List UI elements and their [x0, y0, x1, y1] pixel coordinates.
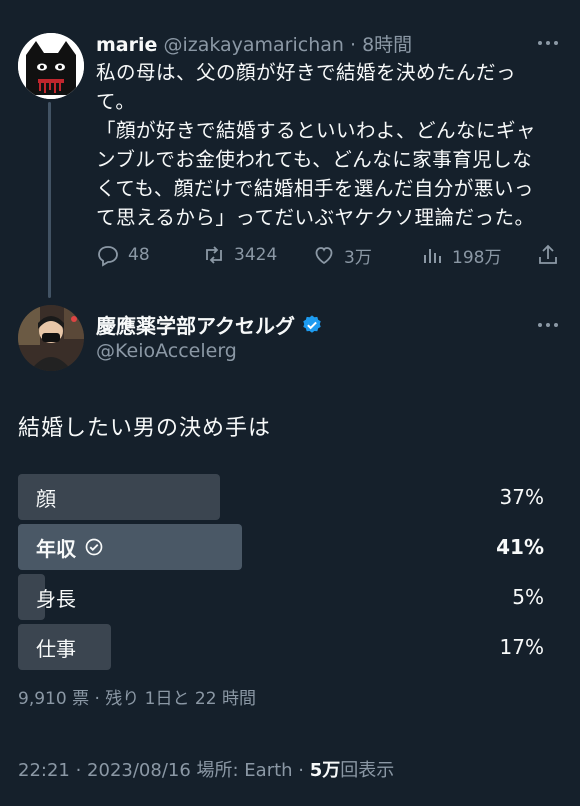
avatar-marie[interactable]	[18, 33, 84, 99]
retweet-button[interactable]: 3424	[202, 240, 277, 270]
poll-option-label: 年収	[36, 524, 104, 570]
reply-icon	[98, 246, 118, 267]
poll-option-label: 身長	[36, 586, 76, 611]
views-button[interactable]: 198万	[420, 240, 501, 270]
more-icon[interactable]	[538, 320, 562, 330]
views-icon	[424, 249, 441, 263]
views-count: 198万	[452, 247, 502, 268]
share-button[interactable]	[536, 240, 560, 270]
like-icon	[315, 247, 333, 265]
poll-option-percent: 37%	[499, 485, 544, 509]
timestamp-text: 22:21 · 2023/08/16 場所: Earth ·	[18, 760, 310, 781]
poll-option-3[interactable]: 仕事 17%	[18, 624, 546, 670]
poll-option-2[interactable]: 身長 5%	[18, 574, 546, 620]
parent-tweet-text: 私の母は、父の顔が好きで結婚を決めたんだっ て。 「顔が好きで結婚するといいわよ…	[96, 61, 537, 229]
parent-header: marie @izakayamarichan · 8時間	[96, 30, 412, 58]
poll-option-label: 仕事	[36, 636, 76, 661]
poll-meta: 9,910 票 · 残り 1日と 22 時間	[18, 689, 256, 709]
reply-button[interactable]: 48	[96, 240, 150, 270]
share-icon	[539, 244, 557, 264]
tweet-timestamp[interactable]: 22:21 · 2023/08/16 場所: Earth · 5万回表示	[18, 756, 394, 782]
check-circle-icon	[85, 538, 103, 556]
parent-actions: 48 3424 3万 198万	[96, 240, 566, 270]
retweet-icon	[206, 246, 222, 264]
main-author-name[interactable]: 慶應薬学部アクセルグ	[96, 310, 295, 339]
poll-option-percent: 41%	[496, 535, 544, 559]
main-author-name-row[interactable]: 慶應薬学部アクセルグ	[96, 310, 323, 339]
verified-badge-icon	[303, 314, 321, 333]
main-tweet-text: 結婚したい男の決め手は	[18, 416, 272, 441]
views-total: 5万	[309, 760, 341, 781]
poll-option-percent: 17%	[499, 635, 544, 659]
parent-time[interactable]: 8時間	[362, 34, 412, 56]
retweet-count: 3424	[234, 245, 278, 265]
poll-option-percent: 5%	[512, 585, 544, 609]
more-icon[interactable]	[538, 38, 562, 48]
separator: ·	[350, 34, 357, 56]
main-author-handle[interactable]: @KeioAccelerg	[96, 340, 237, 362]
avatar-keio[interactable]	[18, 305, 84, 371]
like-button[interactable]: 3万	[312, 240, 372, 270]
reply-count: 48	[128, 245, 150, 265]
like-count: 3万	[344, 247, 372, 268]
parent-author-handle[interactable]: @izakayamarichan	[163, 34, 344, 56]
parent-tweet[interactable]: marie @izakayamarichan · 8時間 私の母は、父の顔が好き…	[0, 0, 580, 300]
thread-line	[48, 102, 51, 298]
poll: 顔 37% 年収 41% 身長 5% 仕事 17%	[18, 474, 546, 674]
poll-option-label: 顔	[36, 486, 56, 511]
poll-option-0[interactable]: 顔 37%	[18, 474, 546, 520]
views-label: 回表示	[340, 760, 395, 781]
parent-author-name[interactable]: marie	[96, 34, 157, 56]
poll-option-1[interactable]: 年収 41%	[18, 524, 546, 570]
